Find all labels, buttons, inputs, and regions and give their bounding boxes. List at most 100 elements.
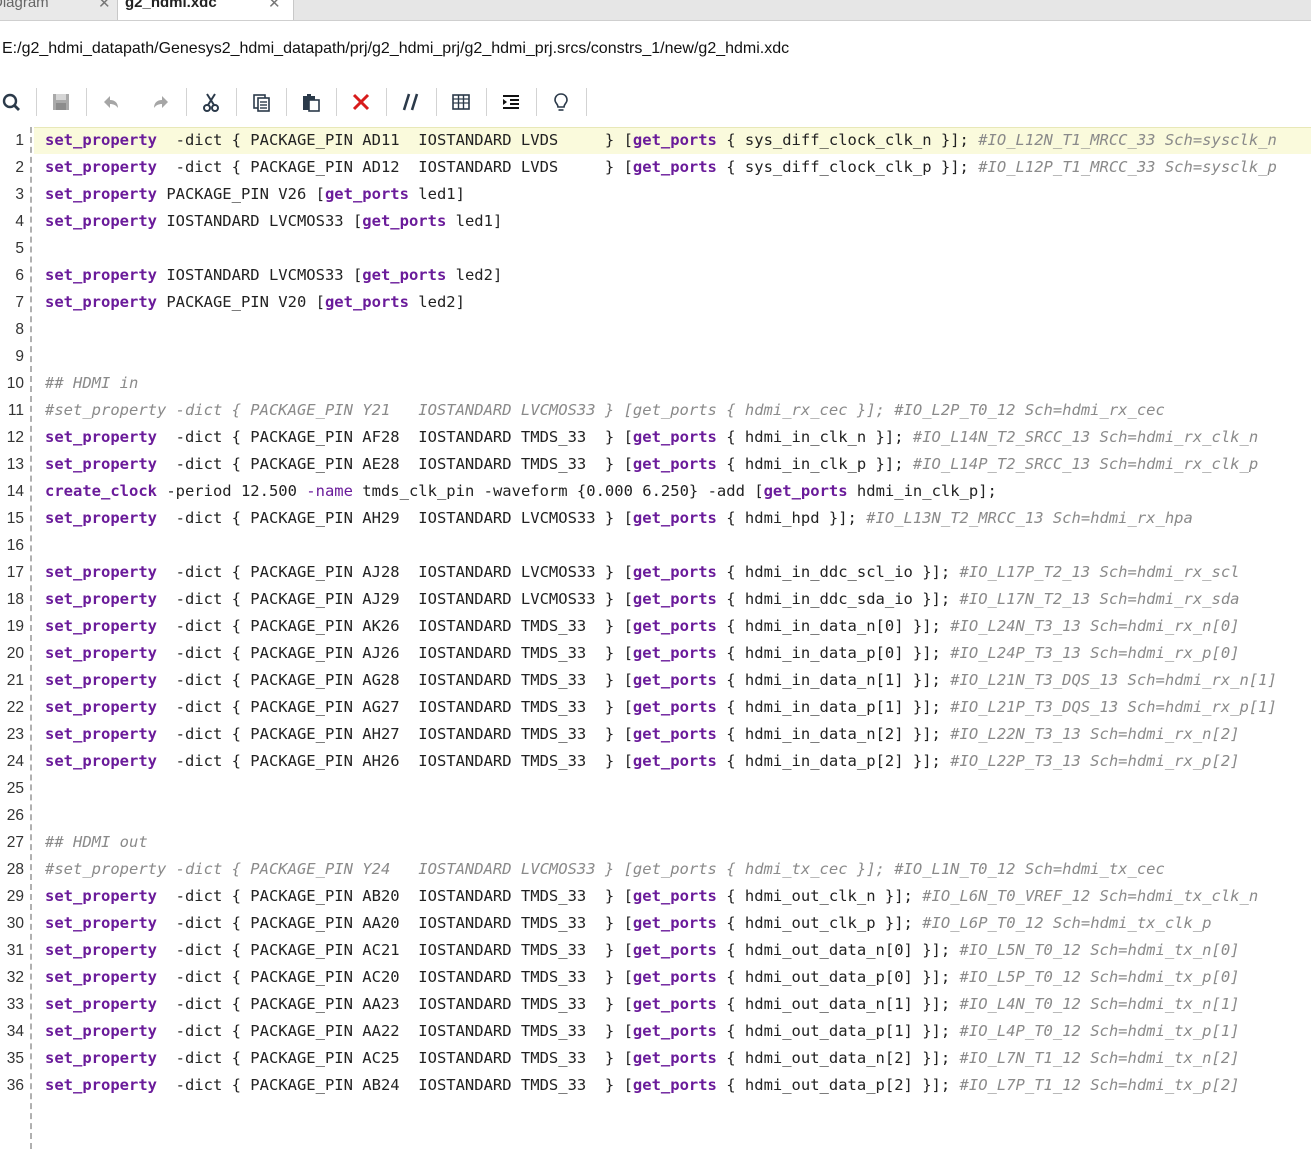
comment-token: #IO_L24N_T3_13 Sch=hdmi_rx_n[0] [950, 617, 1240, 635]
code-line[interactable]: 16 [0, 532, 24, 559]
line-number: 33 [6, 996, 24, 1013]
line-number: 5 [15, 240, 24, 257]
keyword-token: get_ports [632, 1049, 717, 1067]
comment-icon[interactable] [396, 88, 426, 116]
keyword-token: get_ports [632, 131, 717, 149]
code-token: -dict { PACKAGE_PIN AC21 IOSTANDARD TMDS… [156, 941, 633, 959]
code-line[interactable]: 5 [0, 235, 24, 262]
code-line[interactable]: 30 set_property -dict { PACKAGE_PIN AA20 … [0, 910, 1212, 937]
code-line[interactable]: 25 [0, 775, 24, 802]
redo-icon[interactable] [146, 88, 176, 116]
code-line[interactable]: 29 set_property -dict { PACKAGE_PIN AB20 … [0, 883, 1258, 910]
code-line[interactable]: 10 ## HDMI in [0, 370, 139, 397]
tab-diagram[interactable]: Diagram ✕ [0, 0, 118, 20]
keyword-token: get_ports [632, 1022, 717, 1040]
code-line[interactable]: 28 #set_property -dict { PACKAGE_PIN Y24 … [0, 856, 1165, 883]
line-code: create_clock -period 12.500 -name tmds_c… [45, 478, 997, 505]
line-code: set_property -dict { PACKAGE_PIN AK26 IO… [45, 613, 1240, 640]
close-icon[interactable]: ✕ [268, 0, 281, 12]
code-line[interactable]: 35 set_property -dict { PACKAGE_PIN AC25 … [0, 1045, 1240, 1072]
line-code: set_property -dict { PACKAGE_PIN AC25 IO… [45, 1045, 1240, 1072]
keyword-token: set_property [45, 725, 157, 743]
cut-icon[interactable] [196, 88, 226, 116]
keyword-token: get_ports [632, 725, 717, 743]
code-editor[interactable]: 1 set_property -dict { PACKAGE_PIN AD11 I… [0, 127, 1311, 1149]
code-line[interactable]: 14 create_clock -period 12.500 -name tmds… [0, 478, 997, 505]
keyword-token: set_property [45, 131, 157, 149]
line-code: set_property -dict { PACKAGE_PIN AA23 IO… [45, 991, 1240, 1018]
line-number: 25 [6, 780, 24, 797]
code-line[interactable]: 1 set_property -dict { PACKAGE_PIN AD11 I… [0, 127, 1276, 154]
keyword-token: set_property [45, 968, 157, 986]
code-line[interactable]: 36 set_property -dict { PACKAGE_PIN AB24 … [0, 1072, 1240, 1099]
keyword-token: get_ports [632, 158, 717, 176]
code-line[interactable]: 24 set_property -dict { PACKAGE_PIN AH26 … [0, 748, 1240, 775]
code-line[interactable]: 20 set_property -dict { PACKAGE_PIN AJ26 … [0, 640, 1240, 667]
search-icon[interactable] [0, 88, 26, 116]
code-line[interactable]: 26 [0, 802, 24, 829]
columns-icon[interactable] [446, 88, 476, 116]
keyword-token: set_property [45, 158, 157, 176]
delete-icon[interactable] [346, 88, 376, 116]
code-line[interactable]: 9 [0, 343, 24, 370]
comment-token: #IO_L4P_T0_12 Sch=hdmi_tx_p[1] [959, 1022, 1240, 1040]
indent-icon[interactable] [496, 88, 526, 116]
code-line[interactable]: 22 set_property -dict { PACKAGE_PIN AG27 … [0, 694, 1277, 721]
code-line[interactable]: 34 set_property -dict { PACKAGE_PIN AA22 … [0, 1018, 1240, 1045]
code-line[interactable]: 8 [0, 316, 24, 343]
keyword-token: set_property [45, 590, 157, 608]
line-number: 31 [6, 942, 24, 959]
paste-icon[interactable] [296, 88, 326, 116]
code-line[interactable]: 32 set_property -dict { PACKAGE_PIN AC20 … [0, 964, 1240, 991]
code-token: { hdmi_in_data_p[2] }]; [716, 752, 951, 770]
keyword-token: get_ports [632, 914, 717, 932]
comment-token: #IO_L14P_T2_SRCC_13 Sch=hdmi_rx_clk_p [912, 455, 1259, 473]
code-token: -dict { PACKAGE_PIN AD11 IOSTANDARD LVDS… [156, 131, 633, 149]
save-icon[interactable] [46, 88, 76, 116]
comment-token: #IO_L17N_T2_13 Sch=hdmi_rx_sda [959, 590, 1240, 608]
line-number: 32 [6, 969, 24, 986]
keyword-token: set_property [45, 455, 157, 473]
code-line[interactable]: 13 set_property -dict { PACKAGE_PIN AE28 … [0, 451, 1258, 478]
line-number: 17 [6, 564, 24, 581]
code-token: { hdmi_in_data_p[0] }]; [716, 644, 951, 662]
keyword-token: set_property [45, 212, 157, 230]
code-token: { hdmi_hpd }]; [716, 509, 867, 527]
code-token: -dict { PACKAGE_PIN AA20 IOSTANDARD TMDS… [156, 914, 633, 932]
code-token: -dict { PACKAGE_PIN AG28 IOSTANDARD TMDS… [156, 671, 633, 689]
comment-token: #IO_L12N_T1_MRCC_33 Sch=sysclk_n [978, 131, 1277, 149]
line-code: set_property -dict { PACKAGE_PIN AJ26 IO… [45, 640, 1240, 667]
code-token: -dict { PACKAGE_PIN AB20 IOSTANDARD TMDS… [156, 887, 633, 905]
code-line[interactable]: 11 #set_property -dict { PACKAGE_PIN Y21 … [0, 397, 1165, 424]
keyword-token: set_property [45, 887, 157, 905]
comment-token: #IO_L6N_T0_VREF_12 Sch=hdmi_tx_clk_n [922, 887, 1259, 905]
code-line[interactable]: 17 set_property -dict { PACKAGE_PIN AJ28 … [0, 559, 1240, 586]
line-number: 13 [6, 456, 24, 473]
code-line[interactable]: 31 set_property -dict { PACKAGE_PIN AC21 … [0, 937, 1240, 964]
code-token: { sys_diff_clock_clk_p }]; [716, 158, 979, 176]
lightbulb-icon[interactable] [546, 88, 576, 116]
code-line[interactable]: 19 set_property -dict { PACKAGE_PIN AK26 … [0, 613, 1240, 640]
code-line[interactable]: 33 set_property -dict { PACKAGE_PIN AA23 … [0, 991, 1240, 1018]
code-line[interactable]: 12 set_property -dict { PACKAGE_PIN AF28 … [0, 424, 1258, 451]
keyword-token: get_ports [632, 509, 717, 527]
code-line[interactable]: 6 set_property IOSTANDARD LVCMOS33 [get_p… [0, 262, 502, 289]
code-line[interactable]: 15 set_property -dict { PACKAGE_PIN AH29 … [0, 505, 1193, 532]
code-line[interactable]: 18 set_property -dict { PACKAGE_PIN AJ29 … [0, 586, 1240, 613]
keyword-token: set_property [45, 563, 157, 581]
code-line[interactable]: 7 set_property PACKAGE_PIN V20 [get_ports… [0, 289, 465, 316]
code-line[interactable]: 2 set_property -dict { PACKAGE_PIN AD12 I… [0, 154, 1276, 181]
line-number: 9 [15, 348, 24, 365]
tab-g2-hdmi-xdc[interactable]: g2_hdmi.xdc ✕ [118, 0, 294, 20]
undo-icon[interactable] [96, 88, 126, 116]
copy-icon[interactable] [246, 88, 276, 116]
code-token: -dict { PACKAGE_PIN AK26 IOSTANDARD TMDS… [156, 617, 633, 635]
code-line[interactable]: 21 set_property -dict { PACKAGE_PIN AG28 … [0, 667, 1277, 694]
code-line[interactable]: 3 set_property PACKAGE_PIN V26 [get_ports… [0, 181, 465, 208]
code-line[interactable]: 4 set_property IOSTANDARD LVCMOS33 [get_p… [0, 208, 502, 235]
code-line[interactable]: 27 ## HDMI out [0, 829, 148, 856]
line-code: set_property -dict { PACKAGE_PIN AC21 IO… [45, 937, 1240, 964]
code-line[interactable]: 23 set_property -dict { PACKAGE_PIN AH27 … [0, 721, 1240, 748]
close-icon[interactable]: ✕ [98, 0, 111, 12]
line-number: 11 [7, 402, 24, 419]
